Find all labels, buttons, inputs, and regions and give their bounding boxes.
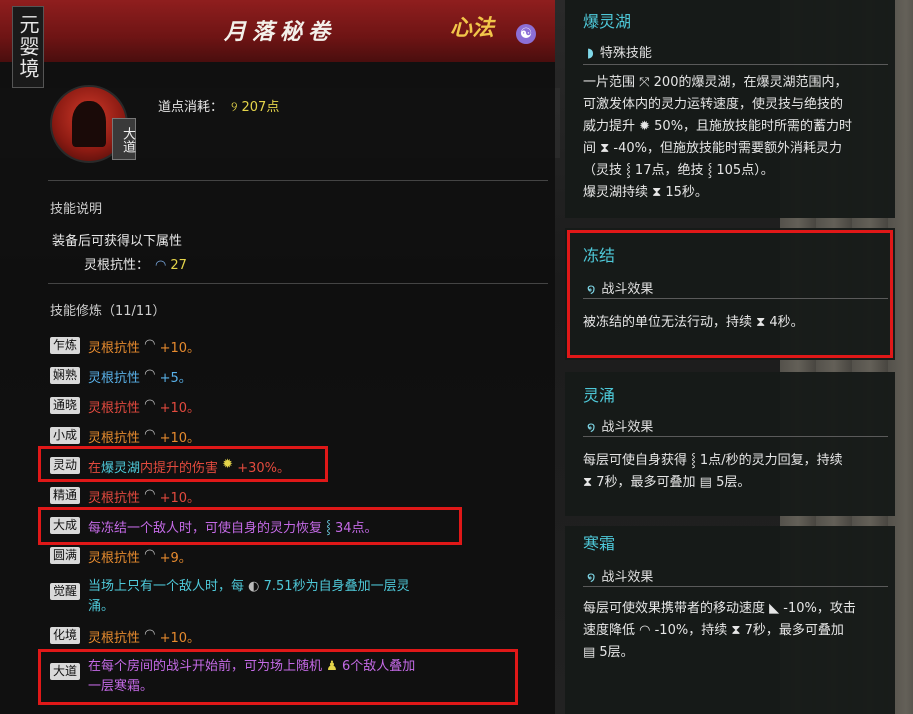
resist-icon: ◠ [140,337,160,352]
card-subtitle: ໑ 战斗效果 [587,416,653,435]
highlight-box [38,507,462,545]
category-label: 心法 [450,15,495,41]
card-line: 威力提升 ✹ 50%，且施放技能时所需的蓄力时 [583,119,853,134]
row-value: +9。 [159,551,192,566]
row-name: 灵根抗性 [88,401,141,416]
row-name: 灵根抗性 [88,551,141,566]
skill-title: 月落秘卷 [223,19,336,45]
stage-tag: 乍炼 [50,337,80,354]
divider [48,283,548,284]
card-line: 可激发体内的灵力运转速度，使灵技与绝技的 [583,97,844,112]
divider [583,64,888,65]
training-row: 觉醒 当场上只有一个敌人时，每 ◐ 7.51秒为自身叠加一层灵 涌。 [50,577,410,617]
figure-silhouette-icon [72,101,106,147]
grade-badge: 大道 [112,118,136,160]
card-subtitle-text: 特殊技能 [599,46,652,61]
card-title: 爆灵湖 [583,12,632,31]
card-title: 灵涌 [583,386,616,405]
dao-point-cost: 道点消耗： ୨ 207点 [158,96,279,115]
training-row: 精通 灵根抗性 ◠ +10。 [50,487,200,507]
resist-icon: ◠ [155,258,167,273]
row-value: +10。 [159,631,201,646]
stage-tag: 娴熟 [50,367,80,384]
card-line: ▤ 5层。 [583,645,634,660]
card-body: 一片范围 ⤧ 200的爆灵湖，在爆灵湖范围内， 可激发体内的灵力运转速度，使灵技… [583,72,893,204]
row-name: 灵根抗性 [88,491,141,506]
attr-name: 灵根抗性： [84,258,150,273]
attr-value: 27 [170,258,187,273]
equip-text: 装备后可获得以下属性 [52,234,183,249]
training-label: 技能修炼（11/11） [50,304,166,319]
skill-detail-panel: 元婴境 月落秘卷 心法 ☯ 大道 道点消耗： ୨ 207点 技能说明 装备后可获得以… [0,0,555,714]
realm-tag: 元婴境 [12,6,44,88]
highlight-box [38,446,328,482]
row-text: 涌。 [88,599,115,614]
card-subtitle-text: 战斗效果 [601,570,654,585]
stage-tag: 圆满 [50,547,80,564]
row-name: 灵根抗性 [88,341,141,356]
swirl-icon: ໑ [587,570,596,585]
card-body: 每层可使自身获得 ⸾ 1点/秒的灵力回复，持续 ⧗ 7秒，最多可叠加 ▤ 5层。 [583,450,893,494]
attr-line: 灵根抗性： ◠ 27 [84,254,187,273]
card-body: 每层可使效果携带者的移动速度 ◣ -10%，攻击 速度降低 ◠ -10%，持续 … [583,598,893,664]
resist-icon: ◠ [140,367,160,382]
card-line: 每层可使效果携带者的移动速度 ◣ -10%，攻击 [583,601,856,616]
row-value: +10。 [159,491,201,506]
card-line: ⧗ 7秒，最多可叠加 ▤ 5层。 [583,475,751,490]
training-row: 圆满 灵根抗性 ◠ +9。 [50,547,192,567]
resist-icon: ◠ [140,547,160,562]
divider [583,436,888,437]
dao-point-icon: ୨ [231,100,238,115]
card-subtitle: ໑ 战斗效果 [587,566,653,585]
resist-icon: ◠ [140,487,160,502]
cost-value: 207点 [241,100,280,115]
effect-card-hanshuang: 寒霜 ໑ 战斗效果 每层可使效果携带者的移动速度 ◣ -10%，攻击 速度降低 ◠… [565,526,895,714]
cost-label: 道点消耗： [158,100,224,115]
card-subtitle: ◗ 特殊技能 [587,42,652,61]
row-value: +10。 [159,431,201,446]
effect-card-lingyong: 灵涌 ໑ 战斗效果 每层可使自身获得 ⸾ 1点/秒的灵力回复，持续 ⧗ 7秒，最多… [565,372,895,516]
row-value: +5。 [159,371,192,386]
card-line: 每层可使自身获得 ⸾ 1点/秒的灵力回复，持续 [583,453,843,468]
skill-card-baolinghu: 爆灵湖 ◗ 特殊技能 一片范围 ⤧ 200的爆灵湖，在爆灵湖范围内， 可激发体内的… [565,0,895,218]
card-title: 寒霜 [583,534,616,553]
card-line: 一片范围 ⤧ 200的爆灵湖，在爆灵湖范围内， [583,75,848,90]
row-name: 灵根抗性 [88,371,141,386]
training-row: 娴熟 灵根抗性 ◠ +5。 [50,367,192,387]
row-value: 7.51秒为自身叠加一层灵 [263,579,410,594]
row-name: 灵根抗性 [88,431,141,446]
training-row: 化境 灵根抗性 ◠ +10。 [50,627,200,647]
tooltip-column: 爆灵湖 ◗ 特殊技能 一片范围 ⤧ 200的爆灵湖，在爆灵湖范围内， 可激发体内的… [565,0,895,714]
stage-tag: 小成 [50,427,80,444]
resist-icon: ◠ [140,397,160,412]
row-value: +10。 [159,401,201,416]
card-subtitle-text: 战斗效果 [601,420,654,435]
divider [583,586,888,587]
highlight-box [567,230,893,358]
card-line: 爆灵湖持续 ⧗ 15秒。 [583,185,708,200]
resist-icon: ◠ [140,427,160,442]
card-line: 速度降低 ◠ -10%，持续 ⧗ 7秒，最多可叠加 [583,623,844,638]
row-value: +10。 [159,341,201,356]
yin-yang-icon[interactable]: ☯ [516,24,536,44]
training-row: 小成 灵根抗性 ◠ +10。 [50,427,200,447]
screen: 元婴境 月落秘卷 心法 ☯ 大道 道点消耗： ୨ 207点 技能说明 装备后可获得以… [0,0,913,714]
divider [48,180,548,181]
stage-tag: 精通 [50,487,80,504]
card-line: 间 ⧗ -40%，但施放技能时需要额外消耗灵力 [583,141,842,156]
resist-icon: ◠ [140,627,160,642]
highlight-box [38,649,518,705]
half-moon-icon: ◐ [244,579,264,594]
stage-tag: 觉醒 [50,583,80,600]
stage-tag: 化境 [50,627,80,644]
card-line: （灵技 ⸾ 17点，绝技 ⸾ 105点）。 [583,163,774,178]
training-row: 通晓 灵根抗性 ◠ +10。 [50,397,200,417]
swirl-icon: ໑ [587,420,596,435]
row-text: 当场上只有一个敌人时，每 [88,579,245,594]
stage-tag: 通晓 [50,397,80,414]
row-name: 灵根抗性 [88,631,141,646]
skill-desc-label: 技能说明 [50,202,103,217]
training-row: 乍炼 灵根抗性 ◠ +10。 [50,337,200,357]
moon-icon: ◗ [587,46,594,61]
